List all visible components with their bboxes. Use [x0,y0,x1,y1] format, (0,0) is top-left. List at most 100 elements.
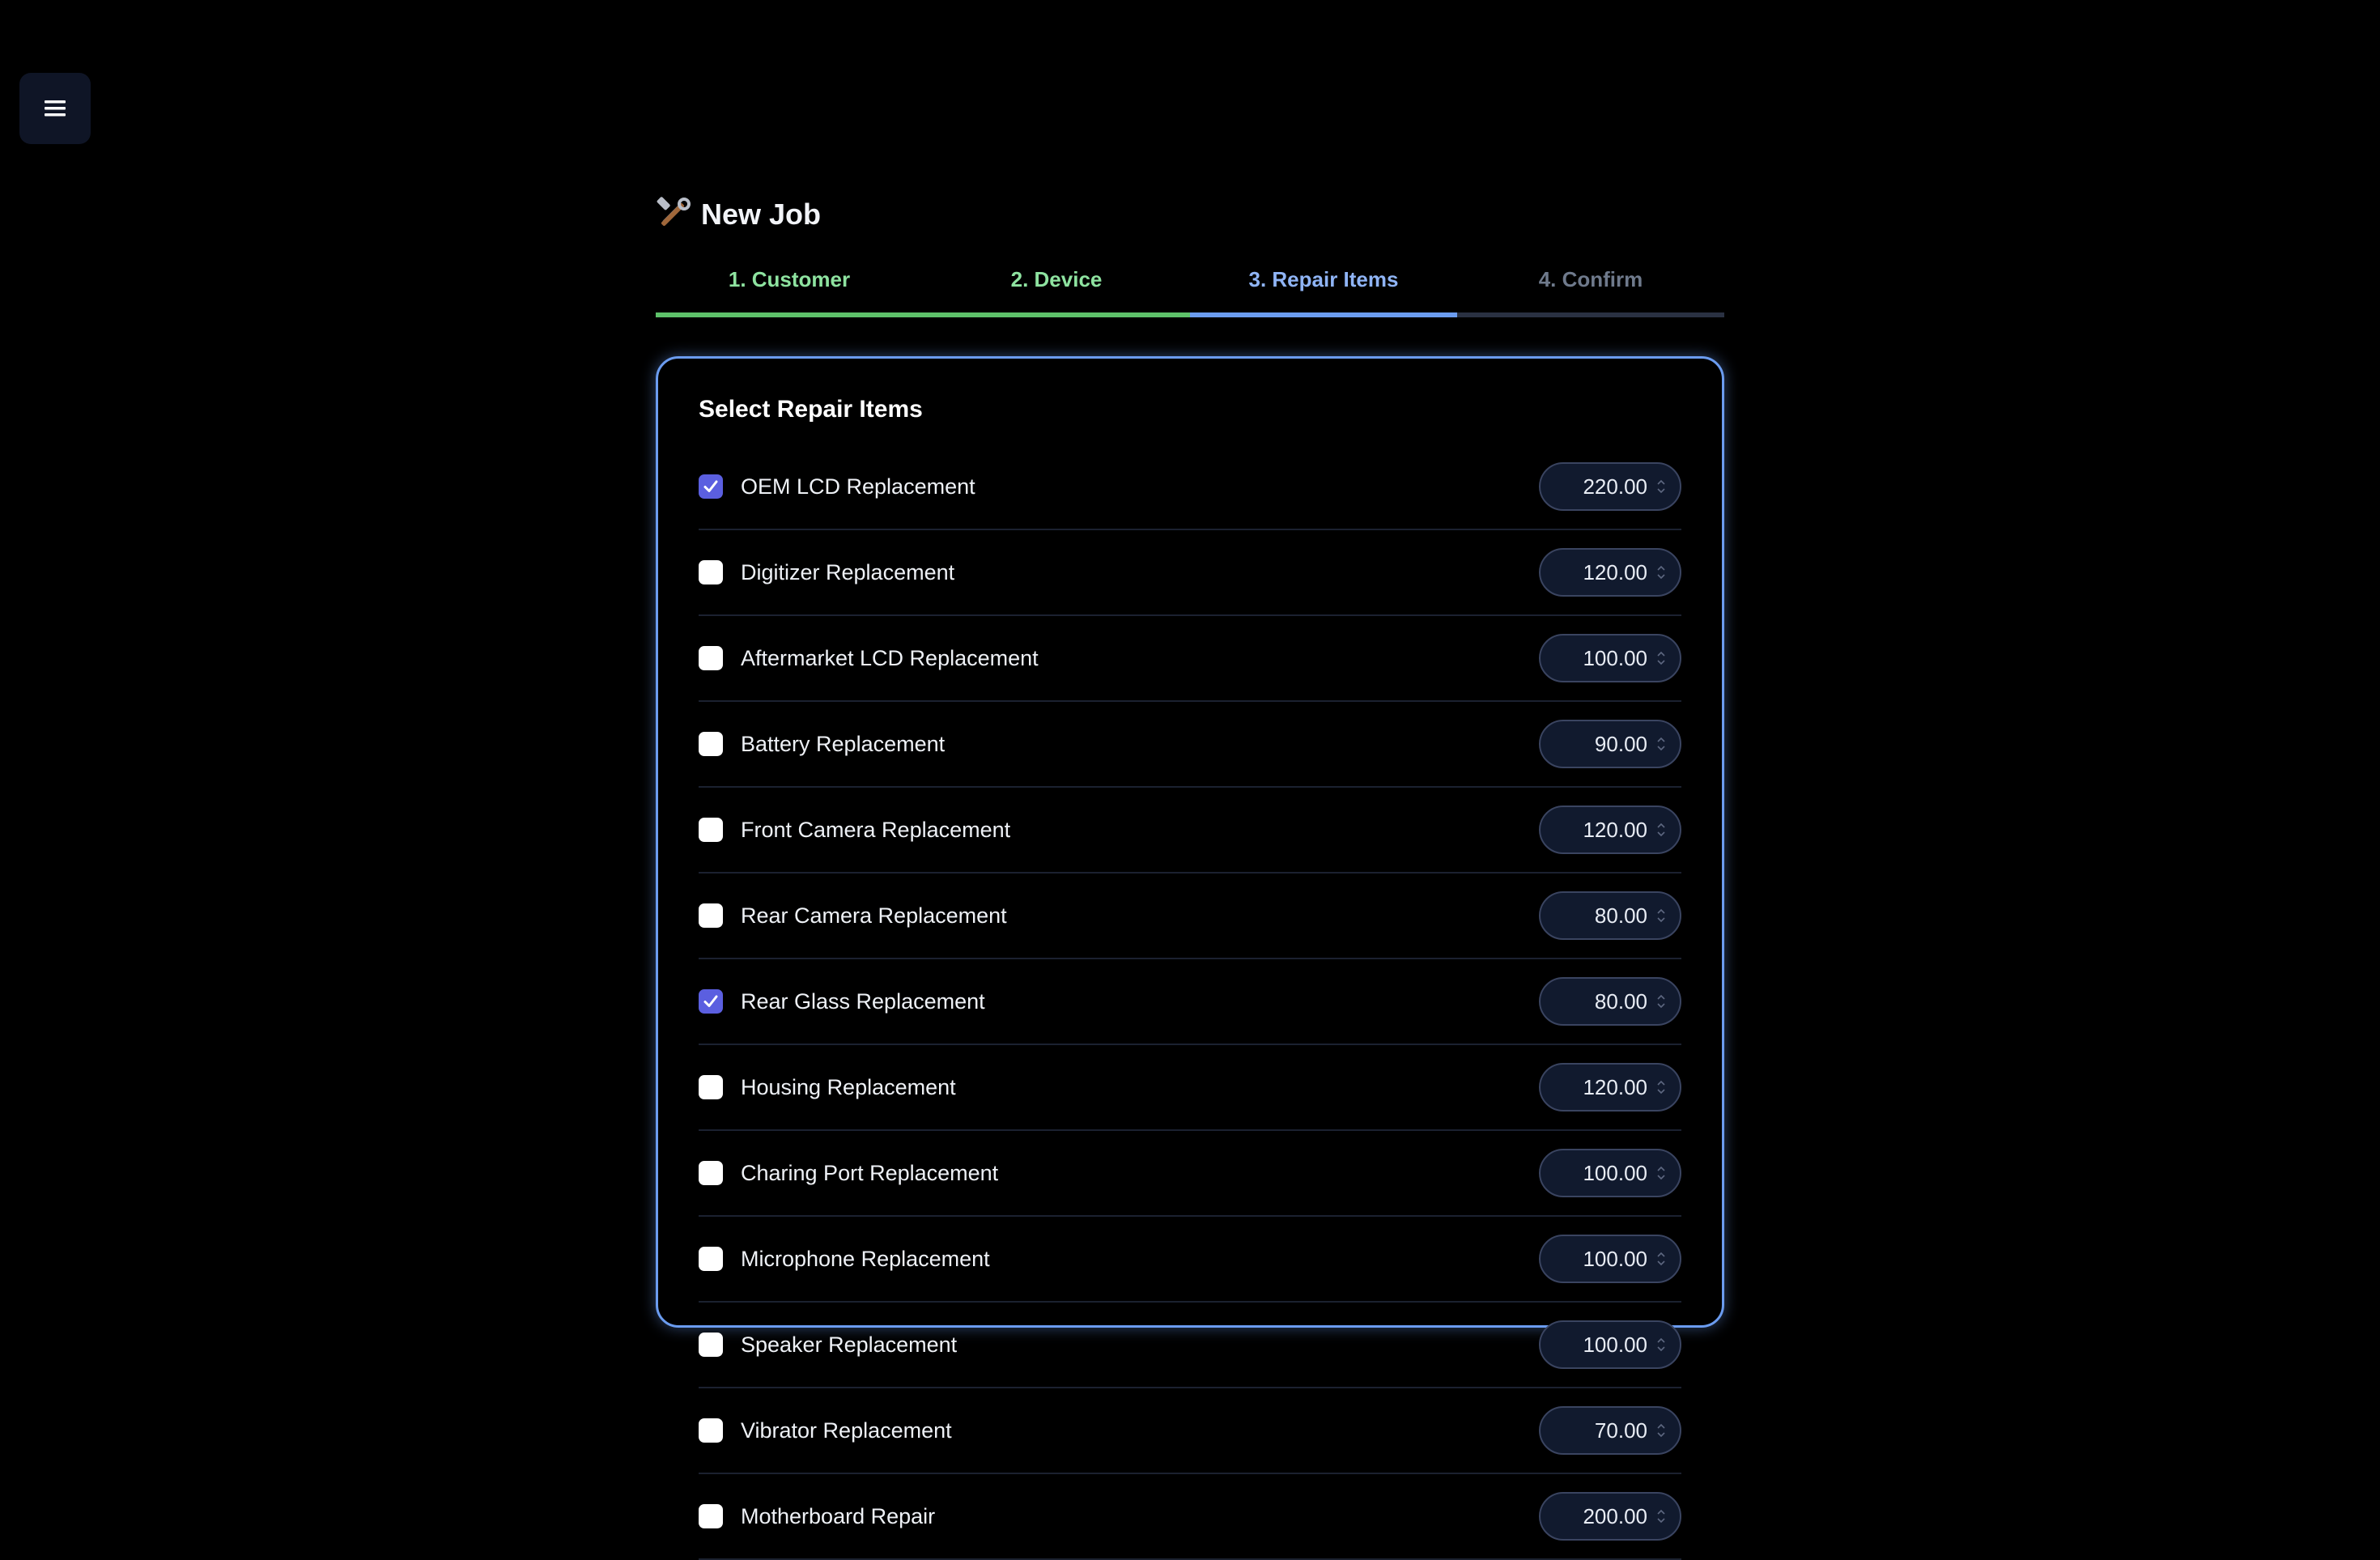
repair-item-label: Front Camera Replacement [741,817,1011,842]
repair-item-checkbox[interactable] [699,1075,723,1099]
repair-item-label: Vibrator Replacement [741,1418,952,1443]
repair-items-card: Select Repair Items OEM LCD Replacement 2… [656,356,1724,1560]
repair-item-checkbox[interactable] [699,989,723,1014]
repair-item-label: Aftermarket LCD Replacement [741,645,1039,670]
list-item: Charing Port Replacement 100.00 [699,1131,1681,1217]
price-input[interactable]: 120.00 [1539,806,1681,854]
repair-item-label: Motherboard Repair [741,1503,936,1528]
stepper-arrows-icon[interactable] [1655,478,1667,495]
repair-items-list: OEM LCD Replacement 220.00 Digitizer Repla… [699,444,1681,1560]
stepper-arrows-icon[interactable] [1655,821,1667,839]
price-value: 120.00 [1583,1074,1647,1099]
repair-item-checkbox[interactable] [699,818,723,842]
list-item: Aftermarket LCD Replacement 100.00 [699,616,1681,702]
price-value: 100.00 [1583,1332,1647,1357]
step-tab-4[interactable]: 4. Confirm [1457,257,1724,317]
list-item: Vibrator Replacement 70.00 [699,1388,1681,1474]
step-progress-bar [1457,312,1724,317]
price-value: 90.00 [1594,731,1647,756]
page-header: New Job [656,186,1724,243]
repair-item-checkbox[interactable] [699,1333,723,1357]
step-progress-bar [656,312,923,317]
repair-item-checkbox[interactable] [699,560,723,584]
list-item: Motherboard Repair 200.00 [699,1474,1681,1560]
price-value: 200.00 [1583,1503,1647,1528]
step-tab-2[interactable]: 2. Device [923,257,1190,317]
price-value: 70.00 [1594,1418,1647,1443]
hamburger-menu-icon [45,100,66,117]
price-input[interactable]: 220.00 [1539,462,1681,511]
stepper-arrows-icon[interactable] [1655,1336,1667,1354]
step-progress-bar [1190,312,1457,317]
repair-item-label: Rear Camera Replacement [741,903,1007,928]
price-input[interactable]: 80.00 [1539,891,1681,940]
list-item: Microphone Replacement 100.00 [699,1217,1681,1303]
repair-item-label: Digitizer Replacement [741,559,955,584]
price-input[interactable]: 70.00 [1539,1406,1681,1455]
price-input[interactable]: 100.00 [1539,1235,1681,1283]
price-input[interactable]: 200.00 [1539,1492,1681,1541]
list-item: Battery Replacement 90.00 [699,702,1681,788]
list-item: OEM LCD Replacement 220.00 [699,444,1681,530]
repair-item-checkbox[interactable] [699,1161,723,1185]
stepper-arrows-icon[interactable] [1655,1507,1667,1525]
stepper-arrows-icon[interactable] [1655,1422,1667,1439]
step-label: 1. Customer [728,267,851,291]
repair-item-label: Microphone Replacement [741,1246,990,1271]
step-label: 2. Device [1010,267,1103,291]
repair-item-checkbox[interactable] [699,1247,723,1271]
stepper-arrows-icon[interactable] [1655,1078,1667,1096]
stepper-arrows-icon[interactable] [1655,563,1667,581]
price-value: 100.00 [1583,1160,1647,1185]
price-value: 120.00 [1583,817,1647,842]
list-item: Speaker Replacement 100.00 [699,1303,1681,1388]
hammer-wrench-icon [657,197,691,227]
checkmark-icon [703,480,718,492]
repair-item-checkbox[interactable] [699,903,723,928]
price-value: 100.00 [1583,645,1647,670]
repair-item-label: Battery Replacement [741,731,946,756]
stepper-arrows-icon[interactable] [1655,993,1667,1010]
list-item: Digitizer Replacement 120.00 [699,530,1681,616]
repair-item-checkbox[interactable] [699,646,723,670]
price-input[interactable]: 100.00 [1539,634,1681,682]
repair-item-label: Speaker Replacement [741,1332,958,1357]
list-item: Rear Camera Replacement 80.00 [699,874,1681,959]
step-progress: 1. Customer 2. Device 3. Repair Items 4. Co… [656,257,1724,317]
repair-item-label: Housing Replacement [741,1074,956,1099]
page-title: New Job [701,198,822,231]
stepper-arrows-icon[interactable] [1655,649,1667,667]
step-progress-bar [923,312,1190,317]
stepper-arrows-icon[interactable] [1655,1250,1667,1268]
repair-item-label: OEM LCD Replacement [741,474,975,499]
step-label: 3. Repair Items [1248,267,1399,291]
price-input[interactable]: 80.00 [1539,977,1681,1026]
repair-item-checkbox[interactable] [699,474,723,499]
price-value: 80.00 [1594,988,1647,1014]
step-tab-3[interactable]: 3. Repair Items [1190,257,1457,317]
repair-item-checkbox[interactable] [699,1504,723,1528]
repair-item-checkbox[interactable] [699,1418,723,1443]
checkmark-icon [703,995,718,1007]
price-value: 120.00 [1583,559,1647,584]
stepper-arrows-icon[interactable] [1655,1164,1667,1182]
list-item: Rear Glass Replacement 80.00 [699,959,1681,1045]
price-input[interactable]: 120.00 [1539,1063,1681,1112]
price-input[interactable]: 90.00 [1539,720,1681,768]
step-tab-1[interactable]: 1. Customer [656,257,923,317]
card-title: Select Repair Items [699,396,923,423]
stepper-arrows-icon[interactable] [1655,907,1667,925]
price-input[interactable]: 120.00 [1539,548,1681,597]
step-label: 4. Confirm [1538,267,1643,291]
price-input[interactable]: 100.00 [1539,1149,1681,1197]
list-item: Housing Replacement 120.00 [699,1045,1681,1131]
price-value: 220.00 [1583,474,1647,499]
new-job-page: New Job 1. Customer 2. Device 3. Repair It… [656,186,1724,1560]
price-input[interactable]: 100.00 [1539,1320,1681,1369]
menu-button[interactable] [19,73,91,144]
repair-item-label: Charing Port Replacement [741,1160,999,1185]
price-value: 80.00 [1594,903,1647,928]
repair-item-checkbox[interactable] [699,732,723,756]
list-item: Front Camera Replacement 120.00 [699,788,1681,874]
stepper-arrows-icon[interactable] [1655,735,1667,753]
